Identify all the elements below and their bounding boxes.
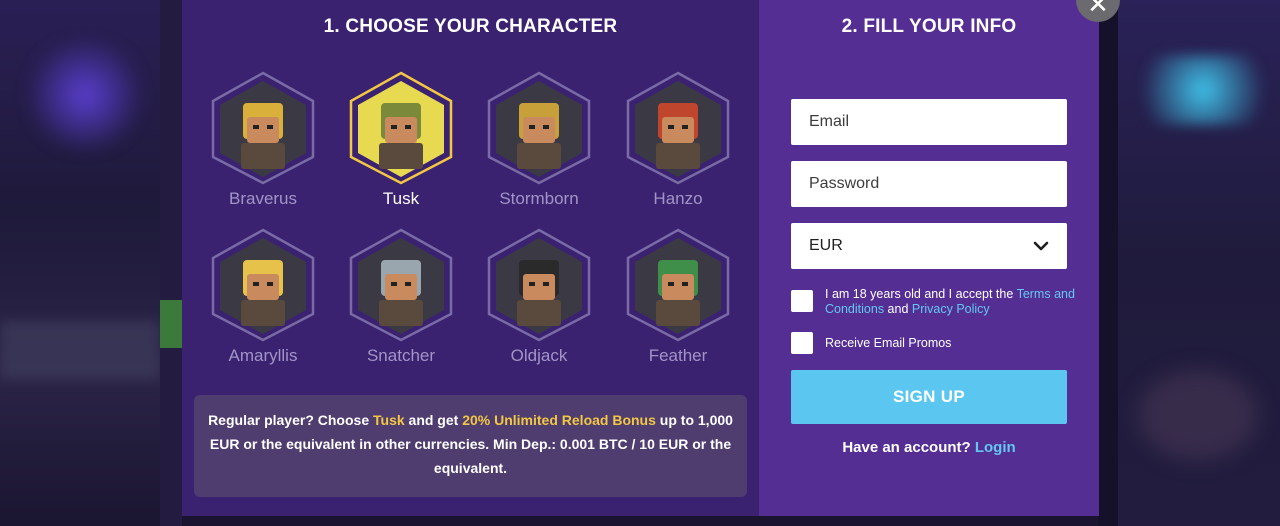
character-name: Amaryllis	[228, 346, 298, 365]
character-amaryllis[interactable]: Amaryllis	[205, 228, 321, 366]
promos-row: Receive Email Promos	[791, 332, 1081, 354]
character-tusk[interactable]: Tusk	[343, 71, 459, 209]
character-hanzo[interactable]: Hanzo	[620, 71, 736, 209]
background-blur	[20, 40, 150, 150]
promo-box: Regular player? Choose Tusk and get 20% …	[194, 395, 747, 497]
background-right	[1098, 0, 1280, 526]
character-avatar	[207, 71, 319, 185]
character-avatar	[483, 71, 595, 185]
email-placeholder: Email	[809, 113, 850, 130]
have-account-row: Have an account? Login	[759, 439, 1099, 456]
character-braverus[interactable]: Braverus	[205, 71, 321, 209]
character-feather[interactable]: Feather	[620, 228, 736, 366]
character-avatar	[483, 228, 595, 342]
chevron-down-icon	[1033, 238, 1049, 254]
terms-prefix: I am 18 years old and I accept the	[825, 287, 1017, 301]
currency-value: EUR	[809, 237, 843, 254]
promo-text: and get	[404, 412, 463, 428]
background-blur	[0, 320, 160, 380]
close-icon: ✕	[1087, 0, 1109, 19]
character-stormborn[interactable]: Stormborn	[481, 71, 597, 209]
promos-label: Receive Email Promos	[825, 335, 952, 350]
character-oldjack[interactable]: Oldjack	[481, 228, 597, 366]
character-name: Braverus	[228, 189, 298, 208]
signup-modal: 1. CHOOSE YOUR CHARACTER Braverus Tusk Sto…	[182, 0, 1099, 516]
background-left	[0, 0, 182, 526]
info-panel: 2. FILL YOUR INFO Email Password EUR I a…	[759, 0, 1099, 516]
background-green-tab	[160, 300, 182, 348]
character-panel: 1. CHOOSE YOUR CHARACTER Braverus Tusk Sto…	[182, 0, 759, 516]
character-avatar	[622, 71, 734, 185]
character-name: Tusk	[382, 189, 420, 208]
character-avatar	[207, 228, 319, 342]
character-avatar	[622, 228, 734, 342]
background-blur	[1138, 370, 1258, 460]
choose-character-title: 1. CHOOSE YOUR CHARACTER	[323, 16, 618, 37]
promo-highlight-bonus: 20% Unlimited Reload Bonus	[462, 412, 656, 428]
fill-info-title: 2. FILL YOUR INFO	[841, 16, 1017, 37]
terms-text: I am 18 years old and I accept the Terms…	[825, 287, 1081, 317]
sign-up-button[interactable]: SIGN UP	[791, 370, 1067, 424]
terms-and: and	[884, 302, 912, 316]
character-avatar	[345, 228, 457, 342]
character-name: Hanzo	[653, 189, 703, 208]
login-link[interactable]: Login	[975, 439, 1016, 456]
promos-checkbox[interactable]	[791, 332, 813, 354]
promo-highlight-tusk: Tusk	[373, 412, 405, 428]
character-name: Stormborn	[499, 189, 579, 208]
password-field[interactable]: Password	[791, 161, 1067, 207]
background-sidebar	[160, 0, 182, 526]
have-account-text: Have an account?	[842, 439, 975, 456]
character-name: Oldjack	[510, 346, 568, 365]
email-field[interactable]: Email	[791, 99, 1067, 145]
background-blur	[1128, 55, 1278, 125]
promo-text: Regular player? Choose	[208, 412, 373, 428]
character-avatar	[345, 71, 457, 185]
background-shadow	[1098, 0, 1118, 526]
privacy-link[interactable]: Privacy Policy	[912, 302, 990, 316]
character-name: Feather	[648, 346, 708, 365]
password-placeholder: Password	[809, 175, 880, 192]
terms-row: I am 18 years old and I accept the Terms…	[791, 287, 1081, 317]
currency-select[interactable]: EUR	[791, 223, 1067, 269]
character-snatcher[interactable]: Snatcher	[343, 228, 459, 366]
terms-checkbox[interactable]	[791, 290, 813, 312]
character-name: Snatcher	[366, 346, 436, 365]
